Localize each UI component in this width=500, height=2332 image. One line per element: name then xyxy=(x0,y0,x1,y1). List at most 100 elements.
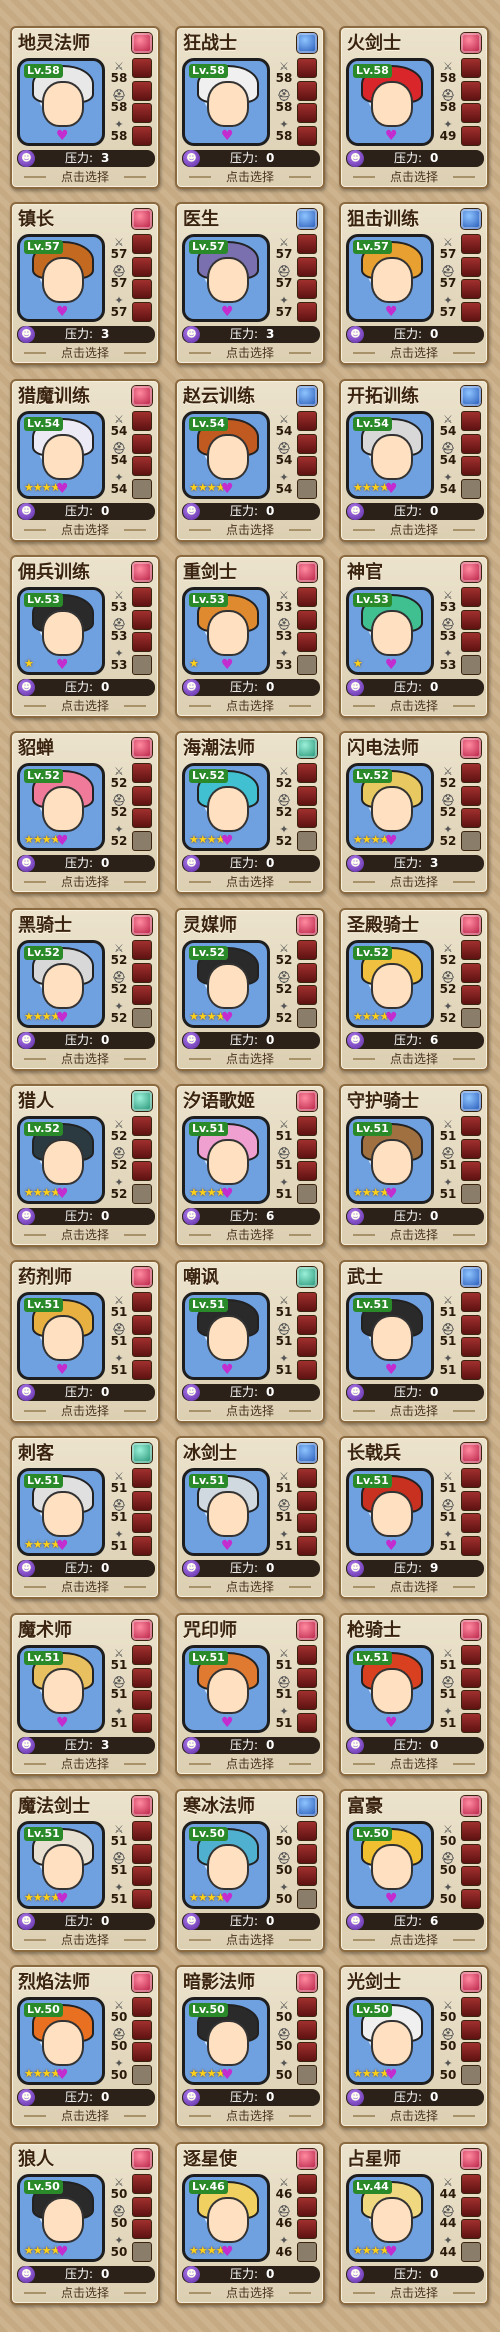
equipment-slot-3[interactable] xyxy=(297,654,317,675)
equipment-slot-3[interactable] xyxy=(132,2064,152,2085)
equipment-slot-0[interactable] xyxy=(132,1116,152,1136)
equipment-slot-0[interactable] xyxy=(461,940,481,960)
hero-card-15[interactable]: 黑骑士 Lv.52 ★★★★ ♥ ⚔ 52 ⛑ 52 ✦ 52 ☻ 压力: 0 点击选… xyxy=(10,908,160,1071)
hero-card-2[interactable]: 火剑士 Lv.58 ♥ ⚔ 58 ⛑ 58 ✦ 49 ☻ 压力: 0 点击选择 xyxy=(339,26,489,189)
hero-card-20[interactable]: 守护骑士 Lv.51 ★★★★ ♥ ⚔ 51 ⛑ 51 ✦ 51 ☻ 压力: 0 点击… xyxy=(339,1084,489,1247)
equipment-slot-0[interactable] xyxy=(132,2174,152,2194)
equipment-slot-1[interactable] xyxy=(461,1490,481,1511)
hero-card-4[interactable]: 医生 Lv.57 ♥ ⚔ 57 ⛑ 57 ✦ 57 ☻ 压力: 3 点击选择 xyxy=(175,202,325,365)
hero-card-16[interactable]: 灵媒师 Lv.52 ★★★★ ♥ ⚔ 52 ⛑ 52 ✦ 52 ☻ 压力: 0 点击选… xyxy=(175,908,325,1071)
hero-card-29[interactable]: 枪骑士 Lv.51 ♥ ⚔ 51 ⛑ 51 ✦ 51 ☻ 压力: 0 点击选择 xyxy=(339,1613,489,1776)
equipment-slot-3[interactable] xyxy=(461,1007,481,1028)
select-button[interactable]: 点击选择 xyxy=(177,1756,323,1772)
select-button[interactable]: 点击选择 xyxy=(12,2108,158,2124)
hero-portrait[interactable]: Lv.57 ♥ xyxy=(346,234,434,322)
equipment-slot-2[interactable] xyxy=(132,1866,152,1887)
equipment-slot-1[interactable] xyxy=(297,1314,317,1335)
equipment-slot-1[interactable] xyxy=(297,80,317,101)
equipment-slot-1[interactable] xyxy=(132,2019,152,2040)
select-button[interactable]: 点击选择 xyxy=(341,1932,487,1948)
hero-portrait[interactable]: Lv.52 ★★★★ ♥ xyxy=(17,940,105,1028)
equipment-slot-0[interactable] xyxy=(461,58,481,78)
select-button[interactable]: 点击选择 xyxy=(177,345,323,361)
equipment-slot-1[interactable] xyxy=(132,1138,152,1159)
equipment-slot-2[interactable] xyxy=(297,632,317,653)
hero-portrait[interactable]: Lv.50 ★★★★ ♥ xyxy=(346,1997,434,2085)
equipment-slot-3[interactable] xyxy=(461,2241,481,2262)
hero-card-23[interactable]: 武士 Lv.51 ♥ ⚔ 51 ⛑ 51 ✦ 51 ☻ 压力: 0 点击选择 xyxy=(339,1260,489,1423)
equipment-slot-1[interactable] xyxy=(297,785,317,806)
equipment-slot-2[interactable] xyxy=(132,103,152,124)
equipment-slot-1[interactable] xyxy=(132,785,152,806)
equipment-slot-0[interactable] xyxy=(461,763,481,783)
equipment-slot-0[interactable] xyxy=(461,1468,481,1488)
equipment-slot-2[interactable] xyxy=(461,1866,481,1887)
select-button[interactable]: 点击选择 xyxy=(12,522,158,538)
equipment-slot-2[interactable] xyxy=(132,1337,152,1358)
hero-portrait[interactable]: Lv.52 ★★★★ ♥ xyxy=(346,763,434,851)
equipment-slot-0[interactable] xyxy=(297,58,317,78)
equipment-slot-3[interactable] xyxy=(132,1712,152,1733)
equipment-slot-0[interactable] xyxy=(461,1821,481,1841)
select-button[interactable]: 点击选择 xyxy=(12,345,158,361)
select-button[interactable]: 点击选择 xyxy=(341,169,487,185)
hero-card-1[interactable]: 狂战士 Lv.58 ♥ ⚔ 58 ⛑ 58 ✦ 58 ☻ 压力: 0 点击选择 xyxy=(175,26,325,189)
equipment-slot-0[interactable] xyxy=(297,1997,317,2017)
equipment-slot-2[interactable] xyxy=(461,279,481,300)
hero-portrait[interactable]: Lv.50 ★★★★ ♥ xyxy=(17,2174,105,2262)
equipment-slot-3[interactable] xyxy=(297,125,317,146)
hero-portrait[interactable]: Lv.51 ★★★★ ♥ xyxy=(17,1821,105,1909)
select-button[interactable]: 点击选择 xyxy=(341,2285,487,2301)
equipment-slot-1[interactable] xyxy=(461,1843,481,1864)
hero-card-11[interactable]: 神官 Lv.53 ★ ♥ ⚔ 53 ⛑ 53 ✦ 53 ☻ 压力: 0 点击选择 xyxy=(339,555,489,718)
equipment-slot-3[interactable] xyxy=(297,2064,317,2085)
equipment-slot-1[interactable] xyxy=(132,2196,152,2217)
equipment-slot-2[interactable] xyxy=(297,456,317,477)
hero-card-38[interactable]: 占星师 Lv.44 ★★★★ ♥ ⚔ 44 ⛑ 44 ✦ 44 ☻ 压力: 0 点击选… xyxy=(339,2142,489,2305)
equipment-slot-3[interactable] xyxy=(461,125,481,146)
hero-card-37[interactable]: 逐星使 Lv.46 ★★★★ ♥ ⚔ 46 ⛑ 46 ✦ 46 ☻ 压力: 0 点击选… xyxy=(175,2142,325,2305)
equipment-slot-3[interactable] xyxy=(132,478,152,499)
equipment-slot-2[interactable] xyxy=(297,985,317,1006)
equipment-slot-1[interactable] xyxy=(297,609,317,630)
equipment-slot-3[interactable] xyxy=(297,830,317,851)
hero-card-3[interactable]: 镇长 Lv.57 ♥ ⚔ 57 ⛑ 57 ✦ 57 ☻ 压力: 3 点击选择 xyxy=(10,202,160,365)
equipment-slot-3[interactable] xyxy=(461,830,481,851)
hero-portrait[interactable]: Lv.52 ★★★★ ♥ xyxy=(182,940,270,1028)
hero-portrait[interactable]: Lv.52 ★★★★ ♥ xyxy=(346,940,434,1028)
select-button[interactable]: 点击选择 xyxy=(341,1756,487,1772)
hero-card-30[interactable]: 魔法剑士 Lv.51 ★★★★ ♥ ⚔ 51 ⛑ 51 ✦ 51 ☻ 压力: 0 点击… xyxy=(10,1789,160,1952)
equipment-slot-1[interactable] xyxy=(297,1843,317,1864)
equipment-slot-3[interactable] xyxy=(461,1183,481,1204)
equipment-slot-1[interactable] xyxy=(297,1490,317,1511)
equipment-slot-1[interactable] xyxy=(132,962,152,983)
equipment-slot-2[interactable] xyxy=(461,1337,481,1358)
equipment-slot-2[interactable] xyxy=(297,1690,317,1711)
hero-card-24[interactable]: 刺客 Lv.51 ★★★★ ♥ ⚔ 51 ⛑ 51 ✦ 51 ☻ 压力: 0 点击选择 xyxy=(10,1436,160,1599)
hero-card-5[interactable]: 狙击训练 Lv.57 ♥ ⚔ 57 ⛑ 57 ✦ 57 ☻ 压力: 0 点击选择 xyxy=(339,202,489,365)
select-button[interactable]: 点击选择 xyxy=(341,698,487,714)
equipment-slot-1[interactable] xyxy=(132,1314,152,1335)
equipment-slot-1[interactable] xyxy=(461,80,481,101)
equipment-slot-0[interactable] xyxy=(461,587,481,607)
hero-portrait[interactable]: Lv.51 ♥ xyxy=(17,1292,105,1380)
hero-card-9[interactable]: 佣兵训练 Lv.53 ★ ♥ ⚔ 53 ⛑ 53 ✦ 53 ☻ 压力: 0 点击选择 xyxy=(10,555,160,718)
equipment-slot-2[interactable] xyxy=(132,632,152,653)
equipment-slot-3[interactable] xyxy=(297,2241,317,2262)
select-button[interactable]: 点击选择 xyxy=(177,1227,323,1243)
hero-card-14[interactable]: 闪电法师 Lv.52 ★★★★ ♥ ⚔ 52 ⛑ 52 ✦ 52 ☻ 压力: 3 点击… xyxy=(339,731,489,894)
equipment-slot-3[interactable] xyxy=(297,1712,317,1733)
hero-portrait[interactable]: Lv.51 ♥ xyxy=(182,1468,270,1556)
hero-portrait[interactable]: Lv.51 ♥ xyxy=(182,1292,270,1380)
equipment-slot-3[interactable] xyxy=(132,301,152,322)
equipment-slot-3[interactable] xyxy=(297,1007,317,1028)
equipment-slot-0[interactable] xyxy=(297,1116,317,1136)
select-button[interactable]: 点击选择 xyxy=(177,522,323,538)
equipment-slot-1[interactable] xyxy=(132,1490,152,1511)
equipment-slot-3[interactable] xyxy=(297,478,317,499)
select-button[interactable]: 点击选择 xyxy=(12,874,158,890)
equipment-slot-3[interactable] xyxy=(461,301,481,322)
hero-card-7[interactable]: 赵云训练 Lv.54 ★★★★ ♥ ⚔ 54 ⛑ 54 ✦ 54 ☻ 压力: 0 点击… xyxy=(175,379,325,542)
hero-portrait[interactable]: Lv.50 ♥ xyxy=(346,1821,434,1909)
equipment-slot-1[interactable] xyxy=(132,609,152,630)
